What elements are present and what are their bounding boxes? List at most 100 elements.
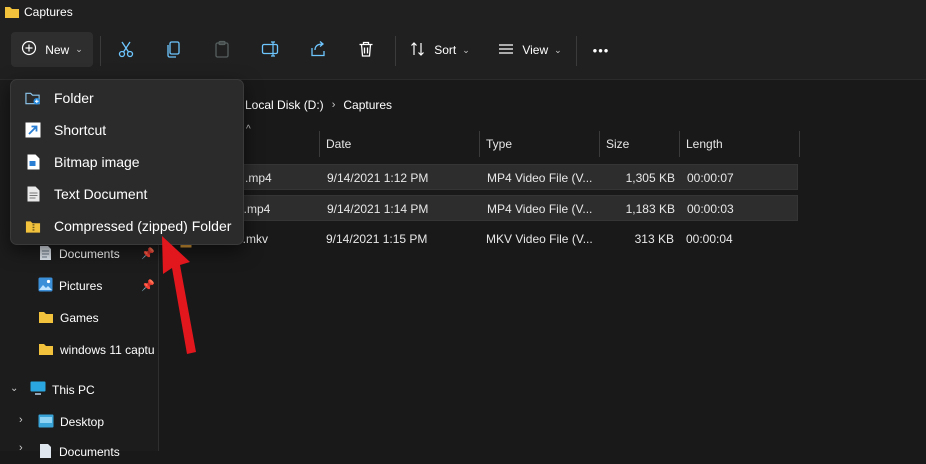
chevron-right-icon[interactable]: › [332,99,336,111]
folder-icon [38,342,54,359]
file-date: 9/14/2021 1:14 PM [327,202,429,216]
folder-icon [4,5,20,22]
more-options-button[interactable]: ••• [585,35,617,65]
column-divider[interactable] [799,131,800,157]
sidebar-item-label: Documents [59,247,120,261]
file-size: 313 KB [634,232,674,246]
copy-icon [165,40,183,61]
more-icon: ••• [592,42,610,58]
command-bar: New ⌄ Sort ⌄ View ⌄ ••• [0,24,926,80]
file-name: .mp4 [245,171,272,185]
rename-icon [261,40,279,61]
title-bar: Captures [0,0,926,24]
file-length: 00:00:03 [687,202,734,216]
view-button[interactable]: View ⌄ [492,35,568,65]
column-divider[interactable] [679,131,680,157]
menu-item-folder[interactable]: Folder [15,83,239,113]
column-header-length[interactable]: Length [686,130,723,158]
sidebar-item-label: Documents [59,445,120,459]
sidebar-item-label: Games [60,311,99,325]
file-length: 00:00:07 [687,171,734,185]
view-button-label: View [522,43,549,57]
bitmap-icon [25,154,41,170]
sidebar-item-this-pc[interactable]: This PC [30,378,95,402]
chevron-down-icon: ⌄ [462,44,470,55]
menu-item-bitmap-image[interactable]: Bitmap image [15,147,239,177]
desktop-icon [38,414,54,431]
chevron-right-icon[interactable]: › [19,414,23,426]
documents-icon [38,443,53,462]
sidebar-item-windows-11-captures[interactable]: windows 11 captu [38,338,158,362]
column-header-label: Length [686,137,723,151]
file-size: 1,305 KB [625,171,675,185]
sidebar-item-desktop[interactable]: Desktop [38,410,104,434]
chevron-down-icon: ⌄ [554,44,562,55]
share-button[interactable] [302,35,334,65]
shortcut-icon [25,122,41,138]
column-header-date[interactable]: Date [326,130,351,158]
scissors-icon [117,40,135,61]
file-date: 9/14/2021 1:12 PM [327,171,429,185]
paste-button[interactable] [206,35,238,65]
cut-button[interactable] [110,35,142,65]
folder-icon [38,310,54,327]
sidebar-item-pc-documents[interactable]: Documents [38,440,120,464]
menu-item-text-document[interactable]: Text Document [15,179,239,209]
delete-button[interactable] [350,35,382,65]
sort-icon [410,41,426,60]
new-button-label: New [45,42,70,57]
copy-button[interactable] [158,35,190,65]
sort-button-label: Sort [434,43,457,57]
sidebar-item-label: Desktop [60,415,105,429]
column-header-label: Type [486,137,513,151]
sidebar-item-pictures[interactable]: Pictures [38,274,102,298]
text-document-icon [25,186,41,202]
column-header-label: Size [606,137,630,151]
file-name: 3.mkv [236,232,269,246]
breadcrumb[interactable]: Local Disk (D:) › Captures [245,96,392,114]
pictures-icon [38,277,53,295]
clipboard-icon [213,40,231,61]
sidebar-item-documents[interactable]: Documents [38,242,120,266]
sidebar-item-games[interactable]: Games [38,306,99,330]
menu-item-label: Bitmap image [54,154,140,170]
breadcrumb-drive[interactable]: Local Disk (D:) [245,98,324,112]
chevron-down-icon: ⌄ [75,44,83,54]
sidebar-item-label: This PC [52,383,95,397]
column-header-size[interactable]: Size [606,130,629,158]
breadcrumb-folder[interactable]: Captures [343,98,392,112]
file-type: MP4 Video File (V... [487,202,593,216]
column-divider[interactable] [599,131,600,157]
file-length: 00:00:04 [686,232,733,246]
sort-button[interactable]: Sort ⌄ [404,35,476,65]
file-date: 9/14/2021 1:15 PM [326,232,428,246]
menu-item-label: Folder [54,90,94,106]
rename-button[interactable] [254,35,286,65]
plus-circle-icon [21,40,37,59]
table-row[interactable]: 3.mkv 9/14/2021 1:15 PM MKV Video File (… [162,226,798,252]
toolbar-separator [576,36,577,66]
column-header-type[interactable]: Type [486,130,512,158]
toolbar-separator [100,36,101,66]
column-divider[interactable] [319,131,320,157]
column-divider[interactable] [479,131,480,157]
menu-item-label: Text Document [54,186,148,202]
new-button[interactable]: New ⌄ [11,32,93,67]
sidebar-item-label: Pictures [59,279,103,293]
menu-item-shortcut[interactable]: Shortcut [15,115,239,145]
new-item-menu: Folder Shortcut Bitmap image Text Docume… [10,79,244,245]
pc-icon [30,381,46,399]
table-row[interactable]: 2.mp4 9/14/2021 1:14 PM MP4 Video File (… [162,195,798,221]
chevron-right-icon[interactable]: › [19,442,23,454]
view-list-icon [498,41,514,60]
file-size: 1,183 KB [625,202,675,216]
chevron-down-icon[interactable]: ⌄ [10,383,18,394]
file-name: 2.mp4 [237,202,271,216]
file-list-pane [159,80,926,451]
share-icon [309,40,327,61]
annotation-arrow [162,236,196,354]
column-header-label: Date [326,137,352,151]
trash-icon [357,40,375,61]
table-row[interactable]: .mp4 9/14/2021 1:12 PM MP4 Video File (V… [162,164,798,190]
file-type: MKV Video File (V... [486,232,593,246]
